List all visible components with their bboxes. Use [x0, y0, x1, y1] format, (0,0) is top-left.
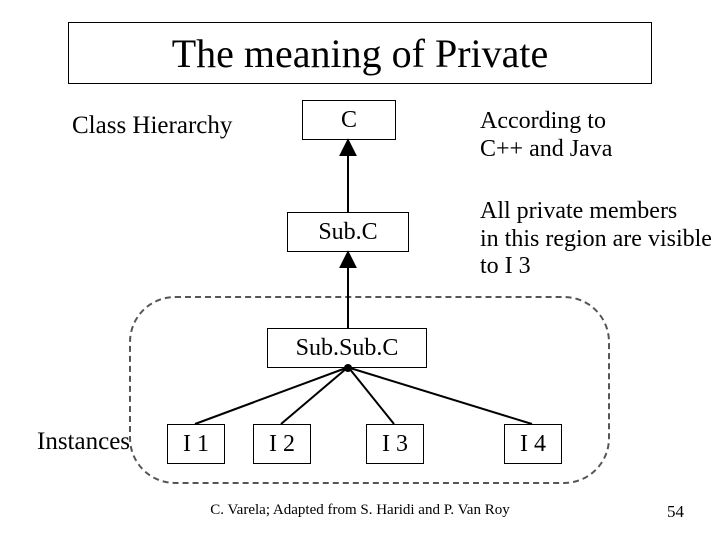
node-sub-sub-c: Sub.Sub.C	[267, 328, 427, 368]
instances-label: Instances	[37, 428, 130, 456]
slide: The meaning of Private Class Hierarchy C…	[0, 0, 720, 540]
instance-i3: I 3	[366, 424, 424, 464]
note-private-line1: All private members	[480, 198, 712, 226]
note-private-line2: in this region are visible	[480, 226, 712, 254]
instance-i1: I 1	[167, 424, 225, 464]
title-box: The meaning of Private	[68, 22, 652, 84]
node-sub-c: Sub.C	[287, 212, 409, 252]
instance-i2: I 2	[253, 424, 311, 464]
note-private: All private members in this region are v…	[480, 198, 712, 281]
note-according: According to C++ and Java	[480, 108, 612, 163]
node-c: C	[302, 100, 396, 140]
page-title: The meaning of Private	[172, 30, 549, 77]
page-number: 54	[667, 502, 684, 522]
instance-i4: I 4	[504, 424, 562, 464]
note-according-line2: C++ and Java	[480, 136, 612, 164]
class-hierarchy-label: Class Hierarchy	[72, 112, 232, 140]
note-according-line1: According to	[480, 108, 612, 136]
footer-credit: C. Varela; Adapted from S. Haridi and P.…	[0, 502, 720, 519]
note-private-line3: to I 3	[480, 253, 712, 281]
